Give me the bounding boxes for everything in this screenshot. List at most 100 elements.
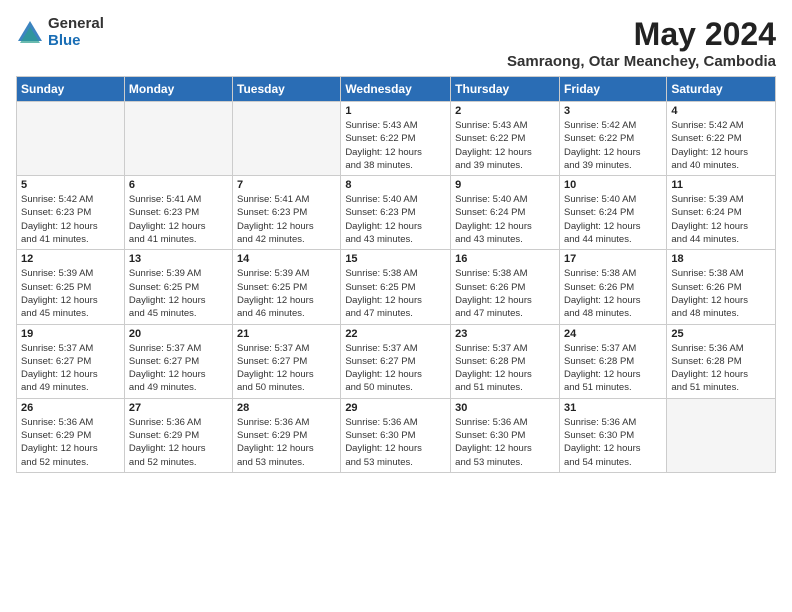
day-number: 3	[564, 105, 662, 117]
day-number: 22	[345, 328, 446, 340]
day-number: 31	[564, 402, 662, 414]
calendar-table: SundayMondayTuesdayWednesdayThursdayFrid…	[16, 76, 776, 473]
day-number: 8	[345, 179, 446, 191]
header-row: SundayMondayTuesdayWednesdayThursdayFrid…	[17, 77, 776, 102]
calendar-cell: 24 Sunrise: 5:37 AM Sunset: 6:28 PM Dayli…	[559, 324, 666, 398]
day-number: 26	[21, 402, 120, 414]
calendar-cell: 30Sunrise: 5:36 AM Sunset: 6:30 PM Dayli…	[451, 398, 560, 472]
day-detail: Sunrise: 5:36 AM Sunset: 6:30 PM Dayligh…	[564, 416, 662, 469]
calendar-cell: 16Sunrise: 5:38 AM Sunset: 6:26 PM Dayli…	[451, 250, 560, 324]
calendar-cell: 14 Sunrise: 5:39 AM Sunset: 6:25 PM Dayli…	[233, 250, 341, 324]
calendar-cell: 12 Sunrise: 5:39 AM Sunset: 6:25 PM Dayli…	[17, 250, 125, 324]
day-detail: Sunrise: 5:43 AM Sunset: 6:22 PM Dayligh…	[345, 119, 446, 172]
calendar-cell: 29Sunrise: 5:36 AM Sunset: 6:30 PM Dayli…	[341, 398, 451, 472]
logo: General Blue	[16, 16, 104, 49]
day-number: 21	[237, 328, 336, 340]
day-detail: Sunrise: 5:40 AM Sunset: 6:24 PM Dayligh…	[455, 193, 555, 246]
calendar-cell	[233, 102, 341, 176]
day-detail: Sunrise: 5:39 AM Sunset: 6:24 PM Dayligh…	[671, 193, 771, 246]
day-detail: Sunrise: 5:37 AM Sunset: 6:27 PM Dayligh…	[237, 342, 336, 395]
calendar-cell: 28Sunrise: 5:36 AM Sunset: 6:29 PM Dayli…	[233, 398, 341, 472]
day-number: 17	[564, 253, 662, 265]
calendar-cell: 3 Sunrise: 5:42 AM Sunset: 6:22 PM Daylig…	[559, 102, 666, 176]
day-detail: Sunrise: 5:40 AM Sunset: 6:23 PM Dayligh…	[345, 193, 446, 246]
day-detail: Sunrise: 5:38 AM Sunset: 6:26 PM Dayligh…	[564, 267, 662, 320]
month-year-title: May 2024	[507, 16, 776, 53]
header-day-monday: Monday	[124, 77, 232, 102]
calendar-cell: 9 Sunrise: 5:40 AM Sunset: 6:24 PM Daylig…	[451, 176, 560, 250]
day-detail: Sunrise: 5:41 AM Sunset: 6:23 PM Dayligh…	[237, 193, 336, 246]
calendar-cell: 27Sunrise: 5:36 AM Sunset: 6:29 PM Dayli…	[124, 398, 232, 472]
calendar-header: SundayMondayTuesdayWednesdayThursdayFrid…	[17, 77, 776, 102]
header-day-sunday: Sunday	[17, 77, 125, 102]
day-detail: Sunrise: 5:36 AM Sunset: 6:30 PM Dayligh…	[455, 416, 555, 469]
day-number: 5	[21, 179, 120, 191]
day-number: 9	[455, 179, 555, 191]
day-detail: Sunrise: 5:38 AM Sunset: 6:25 PM Dayligh…	[345, 267, 446, 320]
day-detail: Sunrise: 5:41 AM Sunset: 6:23 PM Dayligh…	[129, 193, 228, 246]
day-detail: Sunrise: 5:37 AM Sunset: 6:27 PM Dayligh…	[345, 342, 446, 395]
day-number: 4	[671, 105, 771, 117]
day-number: 2	[455, 105, 555, 117]
day-number: 19	[21, 328, 120, 340]
day-number: 11	[671, 179, 771, 191]
calendar-cell: 11 Sunrise: 5:39 AM Sunset: 6:24 PM Dayli…	[667, 176, 776, 250]
location-subtitle: Samraong, Otar Meanchey, Cambodia	[507, 53, 776, 70]
day-detail: Sunrise: 5:42 AM Sunset: 6:23 PM Dayligh…	[21, 193, 120, 246]
day-number: 12	[21, 253, 120, 265]
calendar-cell: 7Sunrise: 5:41 AM Sunset: 6:23 PM Daylig…	[233, 176, 341, 250]
calendar-cell: 21 Sunrise: 5:37 AM Sunset: 6:27 PM Dayli…	[233, 324, 341, 398]
day-detail: Sunrise: 5:38 AM Sunset: 6:26 PM Dayligh…	[455, 267, 555, 320]
calendar-cell	[667, 398, 776, 472]
day-detail: Sunrise: 5:39 AM Sunset: 6:25 PM Dayligh…	[21, 267, 120, 320]
calendar-week-4: 19 Sunrise: 5:37 AM Sunset: 6:27 PM Dayli…	[17, 324, 776, 398]
day-detail: Sunrise: 5:36 AM Sunset: 6:29 PM Dayligh…	[129, 416, 228, 469]
day-number: 1	[345, 105, 446, 117]
calendar-cell: 1 Sunrise: 5:43 AM Sunset: 6:22 PM Daylig…	[341, 102, 451, 176]
day-number: 18	[671, 253, 771, 265]
calendar-cell: 5 Sunrise: 5:42 AM Sunset: 6:23 PM Daylig…	[17, 176, 125, 250]
day-detail: Sunrise: 5:40 AM Sunset: 6:24 PM Dayligh…	[564, 193, 662, 246]
day-number: 14	[237, 253, 336, 265]
day-detail: Sunrise: 5:43 AM Sunset: 6:22 PM Dayligh…	[455, 119, 555, 172]
calendar-cell: 25Sunrise: 5:36 AM Sunset: 6:28 PM Dayli…	[667, 324, 776, 398]
day-detail: Sunrise: 5:36 AM Sunset: 6:30 PM Dayligh…	[345, 416, 446, 469]
calendar-cell: 23Sunrise: 5:37 AM Sunset: 6:28 PM Dayli…	[451, 324, 560, 398]
calendar-week-1: 1 Sunrise: 5:43 AM Sunset: 6:22 PM Daylig…	[17, 102, 776, 176]
header-day-saturday: Saturday	[667, 77, 776, 102]
logo-blue: Blue	[48, 33, 104, 50]
day-number: 15	[345, 253, 446, 265]
calendar-cell: 22 Sunrise: 5:37 AM Sunset: 6:27 PM Dayli…	[341, 324, 451, 398]
calendar-body: 1 Sunrise: 5:43 AM Sunset: 6:22 PM Daylig…	[17, 102, 776, 473]
calendar-week-5: 26 Sunrise: 5:36 AM Sunset: 6:29 PM Dayli…	[17, 398, 776, 472]
day-number: 24	[564, 328, 662, 340]
day-detail: Sunrise: 5:37 AM Sunset: 6:27 PM Dayligh…	[129, 342, 228, 395]
calendar-cell: 20Sunrise: 5:37 AM Sunset: 6:27 PM Dayli…	[124, 324, 232, 398]
title-section: May 2024 Samraong, Otar Meanchey, Cambod…	[507, 16, 776, 70]
day-detail: Sunrise: 5:37 AM Sunset: 6:28 PM Dayligh…	[564, 342, 662, 395]
day-detail: Sunrise: 5:36 AM Sunset: 6:29 PM Dayligh…	[21, 416, 120, 469]
calendar-cell: 31 Sunrise: 5:36 AM Sunset: 6:30 PM Dayli…	[559, 398, 666, 472]
header-day-friday: Friday	[559, 77, 666, 102]
calendar-cell: 17 Sunrise: 5:38 AM Sunset: 6:26 PM Dayli…	[559, 250, 666, 324]
day-detail: Sunrise: 5:37 AM Sunset: 6:27 PM Dayligh…	[21, 342, 120, 395]
calendar-cell: 15 Sunrise: 5:38 AM Sunset: 6:25 PM Dayli…	[341, 250, 451, 324]
calendar-week-2: 5 Sunrise: 5:42 AM Sunset: 6:23 PM Daylig…	[17, 176, 776, 250]
day-detail: Sunrise: 5:39 AM Sunset: 6:25 PM Dayligh…	[237, 267, 336, 320]
day-number: 25	[671, 328, 771, 340]
day-detail: Sunrise: 5:38 AM Sunset: 6:26 PM Dayligh…	[671, 267, 771, 320]
day-detail: Sunrise: 5:42 AM Sunset: 6:22 PM Dayligh…	[671, 119, 771, 172]
calendar-cell	[17, 102, 125, 176]
calendar-cell	[124, 102, 232, 176]
day-number: 6	[129, 179, 228, 191]
calendar-cell: 8 Sunrise: 5:40 AM Sunset: 6:23 PM Daylig…	[341, 176, 451, 250]
logo-general: General	[48, 16, 104, 33]
calendar-cell: 26 Sunrise: 5:36 AM Sunset: 6:29 PM Dayli…	[17, 398, 125, 472]
day-number: 10	[564, 179, 662, 191]
day-detail: Sunrise: 5:42 AM Sunset: 6:22 PM Dayligh…	[564, 119, 662, 172]
logo-icon	[16, 19, 44, 47]
logo-text: General Blue	[48, 16, 104, 49]
page-header: General Blue May 2024 Samraong, Otar Mea…	[16, 16, 776, 70]
day-detail: Sunrise: 5:37 AM Sunset: 6:28 PM Dayligh…	[455, 342, 555, 395]
header-day-wednesday: Wednesday	[341, 77, 451, 102]
